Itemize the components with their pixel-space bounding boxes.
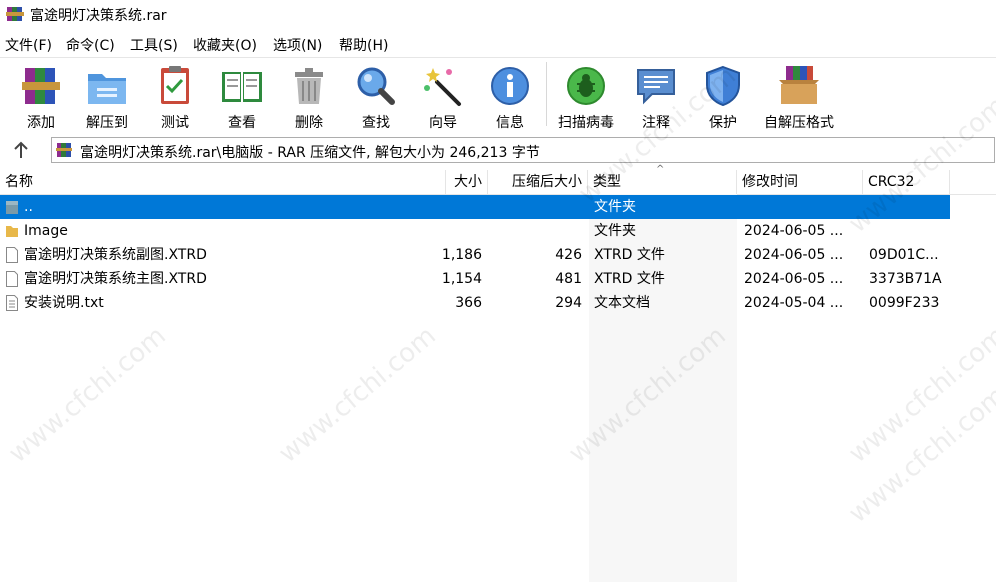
file-modified: 2024-06-05 ... bbox=[744, 247, 844, 263]
rar-archive-icon bbox=[56, 143, 72, 157]
trash-can-icon bbox=[295, 68, 323, 104]
magic-wand-icon bbox=[424, 68, 461, 106]
file-packed: 426 bbox=[555, 247, 582, 263]
file-name: 富途明灯决策系统主图.XTRD bbox=[24, 271, 207, 287]
up-arrow-icon[interactable] bbox=[10, 139, 32, 161]
virus-scan-button[interactable]: 扫描病毒 bbox=[554, 62, 618, 131]
sfx-label: 自解压格式 bbox=[764, 115, 834, 131]
find-button[interactable]: 查找 bbox=[344, 62, 408, 131]
file-row-sub-chart[interactable]: 富途明灯决策系统副图.XTRD 1,186 426 XTRD 文件 2024-0… bbox=[0, 243, 950, 267]
file-type: 文件夹 bbox=[594, 199, 636, 215]
parent-folder-icon bbox=[6, 201, 18, 214]
file-type: XTRD 文件 bbox=[594, 247, 665, 263]
add-label: 添加 bbox=[27, 115, 55, 131]
books-add-icon bbox=[22, 68, 60, 104]
toolbar-separator bbox=[546, 62, 547, 126]
winrar-app-icon bbox=[6, 7, 24, 21]
folder-icon bbox=[6, 226, 18, 237]
file-modified: 2024-05-04 ... bbox=[744, 295, 844, 311]
file-name: .. bbox=[24, 199, 33, 215]
file-packed: 294 bbox=[555, 295, 582, 311]
address-field[interactable]: 富途明灯决策系统.rar\电脑版 - RAR 压缩文件, 解包大小为 246,2… bbox=[51, 137, 995, 163]
test-label: 测试 bbox=[161, 115, 189, 131]
extract-to-button[interactable]: 解压到 bbox=[75, 62, 139, 131]
bug-scan-icon bbox=[567, 67, 605, 105]
sort-ascending-icon: ^ bbox=[656, 164, 665, 175]
menu-tools[interactable]: 工具(S) bbox=[130, 35, 178, 55]
file-icon bbox=[6, 247, 18, 263]
window-title: 富途明灯决策系统.rar bbox=[30, 8, 167, 24]
find-label: 查找 bbox=[362, 115, 390, 131]
file-crc: 0099F233 bbox=[869, 295, 940, 311]
watermark-text: www.cfchi.com bbox=[3, 320, 172, 470]
file-row-readme[interactable]: 安装说明.txt 366 294 文本文档 2024-05-04 ... 009… bbox=[0, 291, 950, 315]
delete-button[interactable]: 删除 bbox=[277, 62, 341, 131]
address-path: 富途明灯决策系统.rar\电脑版 - RAR 压缩文件, 解包大小为 246,2… bbox=[80, 145, 540, 161]
file-size: 1,154 bbox=[441, 271, 482, 287]
column-name[interactable]: 名称 bbox=[0, 170, 446, 194]
protect-label: 保护 bbox=[709, 115, 737, 131]
comment-label: 注释 bbox=[642, 115, 670, 131]
info-label: 信息 bbox=[496, 115, 524, 131]
file-name: 安装说明.txt bbox=[24, 295, 104, 311]
file-icon bbox=[6, 271, 18, 287]
column-packed[interactable]: 压缩后大小 bbox=[488, 170, 588, 194]
wizard-button[interactable]: 向导 bbox=[411, 62, 475, 131]
info-button[interactable]: 信息 bbox=[478, 62, 542, 131]
watermark-text: www.cfchi.com bbox=[843, 320, 996, 470]
virus-scan-label: 扫描病毒 bbox=[558, 115, 614, 131]
file-list-header: 名称 大小 压缩后大小 类型 修改时间 CRC32 ^ bbox=[0, 164, 996, 195]
file-size: 1,186 bbox=[441, 247, 482, 263]
menu-options[interactable]: 选项(N) bbox=[273, 35, 322, 55]
column-modified[interactable]: 修改时间 bbox=[737, 170, 863, 194]
watermark-text: www.cfchi.com bbox=[843, 380, 996, 530]
wizard-label: 向导 bbox=[429, 115, 457, 131]
comment-button[interactable]: 注释 bbox=[624, 62, 688, 131]
test-button[interactable]: 测试 bbox=[143, 62, 207, 131]
magnifier-icon bbox=[357, 67, 395, 105]
title-bar: 富途明灯决策系统.rar bbox=[0, 0, 996, 28]
sfx-button[interactable]: 自解压格式 bbox=[764, 62, 834, 131]
file-name: 富途明灯决策系统副图.XTRD bbox=[24, 247, 207, 263]
extract-to-label: 解压到 bbox=[86, 115, 128, 131]
menu-bar: 文件(F) 命令(C) 工具(S) 收藏夹(O) 选项(N) 帮助(H) bbox=[0, 32, 996, 56]
file-size: 366 bbox=[455, 295, 482, 311]
menu-help[interactable]: 帮助(H) bbox=[339, 35, 388, 55]
menu-command[interactable]: 命令(C) bbox=[66, 35, 115, 55]
column-crc32[interactable]: CRC32 bbox=[863, 170, 950, 194]
file-crc: 3373B71A bbox=[869, 271, 942, 287]
protect-button[interactable]: 保护 bbox=[691, 62, 755, 131]
clipboard-check-icon bbox=[161, 66, 189, 104]
file-type: XTRD 文件 bbox=[594, 271, 665, 287]
view-button[interactable]: 查看 bbox=[210, 62, 274, 131]
file-modified: 2024-06-05 ... bbox=[744, 223, 844, 239]
file-packed: 481 bbox=[555, 271, 582, 287]
shield-icon bbox=[706, 65, 740, 107]
add-button[interactable]: 添加 bbox=[9, 62, 73, 131]
watermark-text: www.cfchi.com bbox=[273, 320, 442, 470]
address-bar: 富途明灯决策系统.rar\电脑版 - RAR 压缩文件, 解包大小为 246,2… bbox=[0, 135, 996, 165]
text-file-icon bbox=[6, 295, 18, 311]
menu-file[interactable]: 文件(F) bbox=[5, 35, 52, 55]
open-book-icon bbox=[222, 72, 262, 102]
comment-icon bbox=[637, 69, 675, 105]
file-type: 文本文档 bbox=[594, 295, 650, 311]
file-type: 文件夹 bbox=[594, 223, 636, 239]
file-row-main-chart[interactable]: 富途明灯决策系统主图.XTRD 1,154 481 XTRD 文件 2024-0… bbox=[0, 267, 950, 291]
sfx-box-icon bbox=[779, 66, 819, 104]
view-label: 查看 bbox=[228, 115, 256, 131]
file-row-image[interactable]: Image 文件夹 2024-06-05 ... bbox=[0, 219, 950, 243]
delete-label: 删除 bbox=[295, 115, 323, 131]
toolbar: 添加 解压到 测试 查看 删除 查找 向导 信息 扫描病毒 注释 保护 自解压格… bbox=[0, 57, 996, 134]
column-size[interactable]: 大小 bbox=[446, 170, 488, 194]
file-modified: 2024-06-05 ... bbox=[744, 271, 844, 287]
file-row-parent[interactable]: .. 文件夹 bbox=[0, 195, 950, 219]
file-crc: 09D01C... bbox=[869, 247, 939, 263]
file-name: Image bbox=[24, 223, 68, 239]
info-icon bbox=[491, 67, 529, 105]
menu-favorites[interactable]: 收藏夹(O) bbox=[193, 35, 257, 55]
folder-extract-icon bbox=[88, 74, 126, 104]
